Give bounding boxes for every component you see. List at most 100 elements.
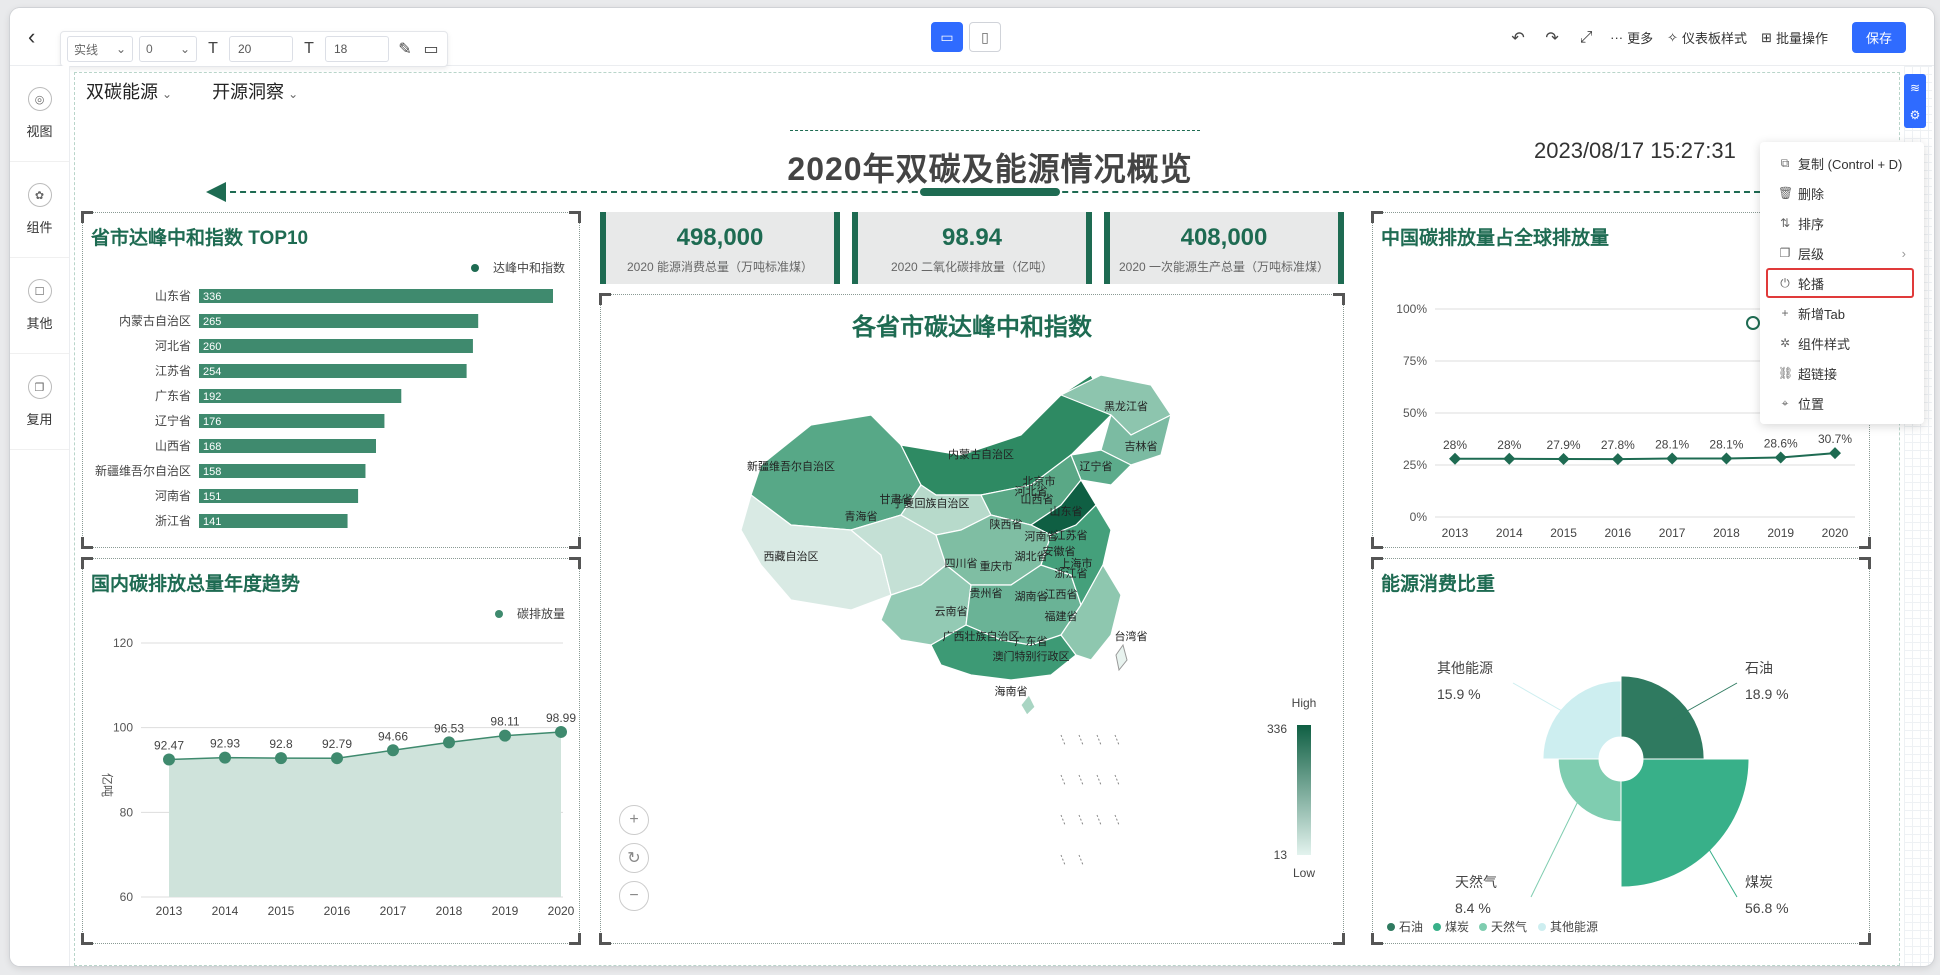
sidebar-item-reuse[interactable]: ❐ 复用	[10, 354, 69, 450]
sidebar-item-other[interactable]: ☐ 其他	[10, 258, 69, 354]
menu-item[interactable]: ⧉ 复制 (Control + D)	[1760, 148, 1924, 178]
line-width-select[interactable]: 0 ⌄	[139, 36, 197, 62]
view-icon: ◎	[27, 87, 52, 111]
dashboard-title: 2020年双碳及能源情况概览	[787, 151, 1193, 187]
top10-bar-chart: 山东省 336 内蒙古自治区 265 河北省 260 江苏省 254 广东省 192 辽宁省 176 山…	[95, 289, 553, 528]
zoom-in-button[interactable]: +	[619, 805, 649, 835]
data-point	[1503, 452, 1516, 465]
sea-boundary	[1060, 814, 1066, 826]
zoom-out-button[interactable]: −	[619, 881, 649, 911]
desktop-view-button[interactable]: ▭	[931, 22, 963, 52]
line-style-select[interactable]: 实线 ⌄	[67, 36, 133, 62]
back-arrow-icon[interactable]: ‹	[28, 24, 54, 50]
bar	[199, 389, 402, 403]
copy-icon: ⧉	[1780, 155, 1790, 170]
top10-panel[interactable]: 省市达峰中和指数 TOP10 达峰中和指数 山东省 336 内蒙古自治区 265 河北省…	[81, 211, 581, 549]
x-tick-label: 2018	[1713, 526, 1740, 540]
chevron-down-icon: ⌄	[179, 42, 190, 56]
energy-mix-panel[interactable]: 能源消费比重 石油 18.9 % 煤炭 56.8 % 天然气 8.4 % 其他能源 15.9 …	[1371, 557, 1871, 945]
x-tick-label: 2015	[1550, 526, 1577, 540]
panel-title: 中国碳排放量占全球排放量	[1381, 228, 1610, 249]
data-label: 28%	[1497, 438, 1521, 452]
menu-item[interactable]: + 新增Tab	[1760, 298, 1924, 328]
menu-item[interactable]: ⛓ 超链接	[1760, 358, 1924, 388]
y-tick-label: 60	[120, 890, 134, 904]
device-switcher: ▭ ▯	[931, 22, 1001, 52]
y-tick-label: 0%	[1410, 510, 1428, 524]
sea-boundary	[1060, 774, 1066, 786]
font-size-input[interactable]: 20	[229, 36, 293, 62]
bar-value-label: 141	[203, 516, 221, 528]
sea-boundary	[1096, 774, 1102, 786]
province-label: 黑龙江省	[1104, 400, 1148, 413]
power-icon: ⏻	[1780, 275, 1790, 290]
data-label: 30.7%	[1818, 432, 1852, 446]
menu-item[interactable]: ⇅ 排序	[1760, 208, 1924, 238]
pen-color-icon[interactable]: ✎	[395, 39, 415, 59]
reset-zoom-button[interactable]: ↻	[619, 843, 649, 873]
font-size-input-2[interactable]: 18	[325, 36, 389, 62]
province-label: 福建省	[1045, 609, 1078, 623]
bar-category-label: 辽宁省	[155, 413, 191, 428]
menu-item[interactable]: ⌖ 位置	[1760, 388, 1924, 418]
y-tick-label: 100	[113, 721, 133, 735]
menu-item[interactable]: 🗑 删除	[1760, 178, 1924, 208]
more-button[interactable]: ··· 更多	[1610, 28, 1653, 47]
batch-operation-button[interactable]: ⊞ 批量操作	[1761, 28, 1828, 47]
sidebar-item-view[interactable]: ◎ 视图	[10, 66, 69, 162]
minus-icon: −	[629, 887, 639, 904]
province-label: 重庆市	[980, 559, 1013, 573]
label-leader-line	[1702, 838, 1738, 898]
label-leader-line	[1672, 682, 1738, 720]
fill-icon[interactable]: ▭	[421, 39, 441, 59]
trend-panel[interactable]: 国内碳排放总量年度趋势 碳排放量 60 80 100 120 亿吨 92.47 2013 92…	[81, 557, 581, 945]
kpi-card-energy-consumption[interactable]: 498,000 2020 能源消费总量（万吨标准煤）	[600, 212, 840, 284]
x-tick-label: 2017	[1659, 526, 1686, 540]
menu-item[interactable]: ⏻ 轮播	[1766, 268, 1914, 298]
bar	[199, 489, 359, 503]
menu-item-label: 轮播	[1798, 276, 1825, 292]
sidebar-item-component[interactable]: ✿ 组件	[10, 162, 69, 258]
tab-open-insight[interactable]: 开源洞察 ⌄	[212, 78, 298, 104]
bar-value-label: 168	[203, 441, 221, 453]
bar-category-label: 山东省	[155, 289, 191, 303]
redo-icon[interactable]: ↷	[1542, 28, 1562, 48]
undo-icon[interactable]: ↶	[1508, 28, 1528, 48]
kpi-label: 2020 二氧化碳排放量（亿吨）	[890, 260, 1054, 274]
y-tick-label: 120	[113, 636, 133, 650]
slice-name-label: 天然气	[1455, 874, 1497, 890]
bar-category-label: 新疆维吾尔自治区	[95, 463, 191, 478]
dashboard-style-button[interactable]: ✧ 仪表板样式	[1667, 28, 1747, 47]
brush-icon: ✧	[1667, 29, 1679, 45]
data-point	[275, 752, 287, 765]
tab-carbon-energy[interactable]: 双碳能源 ⌄	[86, 78, 172, 104]
layers-icon[interactable]: ≋	[1910, 81, 1920, 95]
mobile-view-button[interactable]: ▯	[969, 22, 1001, 52]
line-style-value: 实线	[74, 42, 99, 57]
settings-gear-icon[interactable]: ⚙	[1910, 108, 1921, 122]
x-tick-label: 2020	[548, 904, 575, 918]
bar	[199, 289, 553, 303]
bar-category-label: 广东省	[155, 389, 191, 403]
monitor-icon: ▭	[940, 28, 954, 45]
reuse-icon: ❐	[27, 375, 52, 399]
china-map[interactable]: 新疆维吾尔自治区西藏自治区青海省甘肃省内蒙古自治区黑龙江省吉林省辽宁省北京市山西…	[601, 335, 1343, 935]
trash-icon: 🗑	[1778, 186, 1794, 200]
map-panel[interactable]: 各省市碳达峰中和指数 新疆维吾尔自治区 西藏自治区 青海省 甘肃省 内蒙古自治区 黑龙江省…	[599, 293, 1345, 945]
data-point	[1449, 452, 1461, 465]
bar-value-label: 260	[203, 341, 221, 353]
data-point	[1829, 447, 1841, 460]
data-label: 94.66	[378, 729, 408, 743]
menu-item[interactable]: ❐ 层级 ›	[1760, 238, 1924, 268]
data-point	[443, 736, 455, 749]
kpi-card-energy-production[interactable]: 408,000 2020 一次能源生产总量（万吨标准煤）	[1104, 212, 1344, 284]
kpi-card-co2[interactable]: 98.94 2020 二氧化碳排放量（亿吨）	[852, 212, 1092, 284]
menu-item[interactable]: ✲ 组件样式	[1760, 328, 1924, 358]
fullscreen-icon[interactable]: ⤢	[1576, 29, 1596, 47]
save-button[interactable]: 保存	[1851, 22, 1906, 53]
batch-operation-label: 批量操作	[1775, 31, 1828, 46]
sidebar-item-label: 其他	[26, 316, 53, 331]
bar	[199, 439, 376, 453]
title-bar-decoration	[920, 188, 1060, 196]
legend-marker	[1538, 923, 1546, 931]
